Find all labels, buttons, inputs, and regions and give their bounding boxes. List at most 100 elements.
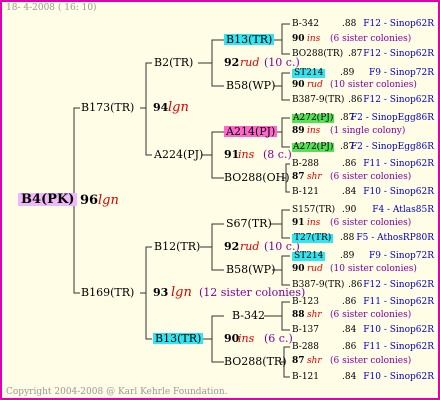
gen4-mother-note: (6 sister colonies) xyxy=(330,34,412,44)
gen4-queen[interactable]: B-288 xyxy=(292,343,319,352)
gen4-mother-breeder: rud xyxy=(307,264,323,274)
gen4-queen[interactable]: A272(PJ) xyxy=(292,114,335,123)
gen4-year: .87 xyxy=(348,49,363,59)
sire-year: 94 xyxy=(153,101,169,114)
dam-queen[interactable]: B169(TR) xyxy=(81,287,134,298)
gen3-breeder: rud xyxy=(240,240,260,253)
gen4-mother-breeder: ins xyxy=(307,218,321,228)
gen4-queen[interactable]: ST214 xyxy=(292,69,326,78)
gen4-reference: F12 - Sinop62R xyxy=(363,280,434,290)
gen4-year: .89 xyxy=(340,68,355,78)
gen4-year: .86 xyxy=(342,297,357,307)
gen3-queen[interactable]: B58(WP) xyxy=(226,80,275,91)
copyright: Copyright 2004-2008 @ Karl Kehrle Founda… xyxy=(6,387,228,397)
gen4-reference: F2 - SinopEgg86R xyxy=(350,113,434,123)
gen4-queen[interactable]: B387-9(TR) xyxy=(292,281,344,290)
gen4-year: .86 xyxy=(342,342,357,352)
gen4-reference: F11 - Sinop62R xyxy=(363,159,434,169)
gen4-year: .88 xyxy=(342,19,357,29)
gen4-mother-year: 91 xyxy=(292,218,305,228)
gen3-note: (8 c.) xyxy=(263,148,292,161)
root-year: 96 xyxy=(80,193,99,208)
gen4-reference: F10 - Sinop62R xyxy=(363,372,434,382)
gen4-reference: F12 - Sinop62R xyxy=(363,19,434,29)
gen2-queen[interactable]: B12(TR) xyxy=(154,241,200,252)
gen4-reference: F12 - Sinop62R xyxy=(363,95,434,105)
gen4-queen[interactable]: B-123 xyxy=(292,298,319,307)
gen4-mother-breeder: rud xyxy=(307,80,323,90)
gen3-queen[interactable]: A214(PJ) xyxy=(224,126,278,137)
gen4-year: .90 xyxy=(342,205,357,215)
gen4-reference: F4 - Atlas85R xyxy=(372,205,434,215)
gen4-year: .84 xyxy=(342,325,357,335)
dam-note: (12 sister colonies) xyxy=(199,286,306,299)
gen2-queen[interactable]: A224(PJ) xyxy=(154,149,203,160)
gen3-note: (6 c.) xyxy=(264,332,293,345)
gen4-mother-note: (6 sister colonies) xyxy=(330,172,412,182)
gen4-queen[interactable]: B-342 xyxy=(292,20,319,29)
gen4-queen[interactable]: B-121 xyxy=(292,373,319,382)
gen4-mother-breeder: ins xyxy=(307,126,321,136)
gen4-year: .84 xyxy=(342,372,357,382)
gen4-mother-year: 87 xyxy=(292,356,305,366)
gen4-queen[interactable]: B-288 xyxy=(292,160,319,169)
root-breeder: lgn xyxy=(98,193,119,208)
gen3-year: 92 xyxy=(224,240,240,253)
gen3-queen[interactable]: BO288(OH) xyxy=(224,172,290,183)
gen4-queen[interactable]: A272(PJ) xyxy=(292,143,335,152)
gen4-queen[interactable]: BO288(TR) xyxy=(292,50,343,59)
pedigree-chart: 18- 4-2008 ( 16: 10) Copyright 2004-2008… xyxy=(0,0,440,400)
gen4-queen[interactable]: B-137 xyxy=(292,326,319,335)
gen4-mother-note: (10 sister colonies) xyxy=(330,80,417,90)
gen4-reference: F10 - Sinop62R xyxy=(363,187,434,197)
gen4-queen[interactable]: ST214 xyxy=(292,252,326,261)
gen4-year: .84 xyxy=(342,187,357,197)
gen4-queen[interactable]: B-121 xyxy=(292,188,319,197)
gen4-reference: F9 - Sinop72R xyxy=(369,68,434,78)
gen4-mother-year: 89 xyxy=(292,126,305,136)
gen4-reference: F9 - Sinop72R xyxy=(369,251,434,261)
gen4-mother-breeder: shr xyxy=(307,172,322,182)
gen4-mother-note: (6 sister colonies) xyxy=(330,218,412,228)
gen4-mother-breeder: shr xyxy=(307,356,322,366)
gen4-mother-year: 87 xyxy=(292,172,305,182)
gen4-reference: F12 - Sinop62R xyxy=(363,49,434,59)
gen4-mother-year: 90 xyxy=(292,80,305,90)
gen4-mother-note: (10 sister colonies) xyxy=(330,264,417,274)
gen4-mother-note: (1 single colony) xyxy=(330,126,406,136)
gen4-mother-breeder: shr xyxy=(307,310,322,320)
dam-breeder: lgn xyxy=(171,285,192,300)
gen4-year: .86 xyxy=(342,159,357,169)
gen4-year: .89 xyxy=(340,251,355,261)
gen4-reference: F11 - Sinop62R xyxy=(363,342,434,352)
sire-breeder: lgn xyxy=(168,100,189,115)
gen4-reference: F2 - SinopEgg86R xyxy=(350,142,434,152)
gen3-year: 92 xyxy=(224,56,240,69)
gen3-queen[interactable]: B58(WP) xyxy=(226,264,275,275)
gen2-queen[interactable]: B13(TR) xyxy=(153,333,204,344)
gen3-queen[interactable]: B13(TR) xyxy=(224,34,275,45)
gen4-mother-note: (6 sister colonies) xyxy=(330,356,412,366)
root-queen[interactable]: B4(PK) xyxy=(18,193,78,206)
gen4-year: .86 xyxy=(348,280,363,290)
gen4-queen[interactable]: T27(TR) xyxy=(292,234,334,243)
gen4-year: .88 xyxy=(340,233,355,243)
sire-queen[interactable]: B173(TR) xyxy=(81,102,134,113)
gen4-queen[interactable]: S157(TR) xyxy=(292,206,335,215)
gen4-mother-breeder: ins xyxy=(307,34,321,44)
gen3-breeder: rud xyxy=(240,56,260,69)
gen3-queen[interactable]: B-342 xyxy=(232,310,265,321)
gen3-queen[interactable]: BO288(TR) xyxy=(224,356,287,367)
gen4-queen[interactable]: B387-9(TR) xyxy=(292,96,344,105)
gen4-mother-year: 90 xyxy=(292,264,305,274)
dam-year: 93 xyxy=(153,286,169,299)
gen4-mother-note: (6 sister colonies) xyxy=(330,310,412,320)
gen4-year: .86 xyxy=(348,95,363,105)
gen3-breeder: ins xyxy=(238,148,255,161)
gen2-queen[interactable]: B2(TR) xyxy=(154,57,193,68)
gen4-reference: F10 - Sinop62R xyxy=(363,325,434,335)
gen4-mother-year: 90 xyxy=(292,34,305,44)
gen4-mother-year: 88 xyxy=(292,310,305,320)
print-date: 18- 4-2008 ( 16: 10) xyxy=(6,3,97,13)
gen3-queen[interactable]: S67(TR) xyxy=(226,218,272,229)
